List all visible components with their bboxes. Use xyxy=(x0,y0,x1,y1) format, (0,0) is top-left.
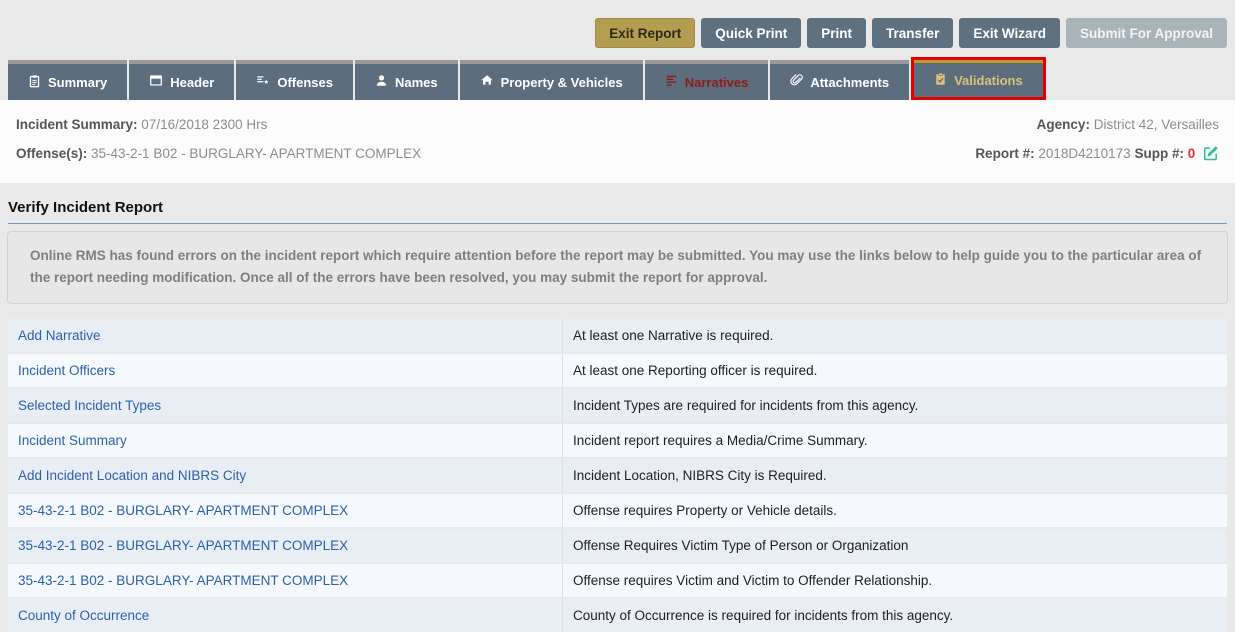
supp-number-label: Supp #: xyxy=(1134,146,1184,161)
validation-link[interactable]: Add Narrative xyxy=(18,328,101,343)
validation-link[interactable]: Add Incident Location and NIBRS City xyxy=(18,468,246,483)
validation-link[interactable]: County of Occurrence xyxy=(18,608,149,623)
submit-for-approval-button[interactable]: Submit For Approval xyxy=(1066,18,1227,48)
report-number-label: Report #: xyxy=(975,146,1034,161)
offenses-icon xyxy=(256,74,270,90)
supp-number-value: 0 xyxy=(1188,146,1196,161)
validation-table: Add Narrative At least one Narrative is … xyxy=(8,319,1227,632)
paperclip-icon xyxy=(790,74,803,90)
house-car-icon xyxy=(480,74,494,90)
page-title: Verify Incident Report xyxy=(8,199,1227,224)
tab-property-vehicles[interactable]: Property & Vehicles xyxy=(460,60,643,100)
table-row: Add Narrative At least one Narrative is … xyxy=(8,319,1227,352)
quick-print-button[interactable]: Quick Print xyxy=(701,18,801,48)
transfer-button[interactable]: Transfer xyxy=(872,18,953,48)
agency-label: Agency: xyxy=(1037,117,1090,132)
validation-link[interactable]: Incident Summary xyxy=(18,433,127,448)
table-row: 35-43-2-1 B02 - BURGLARY- APARTMENT COMP… xyxy=(8,529,1227,562)
edit-report-icon[interactable] xyxy=(1203,149,1219,164)
window-icon xyxy=(149,74,163,90)
validation-error: Incident Location, NIBRS City is Require… xyxy=(563,459,1227,492)
validation-error: Incident Types are required for incident… xyxy=(563,389,1227,422)
validation-link[interactable]: Selected Incident Types xyxy=(18,398,161,413)
validation-link[interactable]: 35-43-2-1 B02 - BURGLARY- APARTMENT COMP… xyxy=(18,573,348,588)
incident-summary-value: 07/16/2018 2300 Hrs xyxy=(141,117,267,132)
clipboard-icon xyxy=(28,74,41,91)
validation-error: Offense requires Property or Vehicle det… xyxy=(563,494,1227,527)
user-icon xyxy=(375,74,388,90)
tab-narratives[interactable]: Narratives xyxy=(645,60,769,100)
incident-summary-label: Incident Summary: xyxy=(16,117,138,132)
tab-attachments[interactable]: Attachments xyxy=(770,60,909,100)
tab-label: Header xyxy=(170,75,214,90)
report-number-line: Report #: 2018D4210173 Supp #: 0 xyxy=(975,139,1219,171)
table-row: 35-43-2-1 B02 - BURGLARY- APARTMENT COMP… xyxy=(8,494,1227,527)
validation-error: At least one Reporting officer is requir… xyxy=(563,354,1227,387)
top-toolbar: Exit Report Quick Print Print Transfer E… xyxy=(0,0,1235,48)
agency-line: Agency: District 42, Versailles xyxy=(975,110,1219,139)
validation-notice: Online RMS has found errors on the incid… xyxy=(7,231,1228,304)
tab-label: Validations xyxy=(954,73,1023,88)
clipboard-check-icon xyxy=(934,72,947,89)
table-row: County of Occurrence County of Occurrenc… xyxy=(8,599,1227,632)
offenses-value: 35-43-2-1 B02 - BURGLARY- APARTMENT COMP… xyxy=(91,146,421,161)
table-row: Add Incident Location and NIBRS City Inc… xyxy=(8,459,1227,492)
validation-link[interactable]: 35-43-2-1 B02 - BURGLARY- APARTMENT COMP… xyxy=(18,503,348,518)
offenses-line: Offense(s): 35-43-2-1 B02 - BURGLARY- AP… xyxy=(16,139,421,168)
tab-label: Summary xyxy=(48,75,107,90)
validation-error: At least one Narrative is required. xyxy=(563,319,1227,352)
tab-label: Narratives xyxy=(685,75,749,90)
validation-link[interactable]: Incident Officers xyxy=(18,363,115,378)
tab-label: Attachments xyxy=(810,75,889,90)
table-row: Incident Officers At least one Reporting… xyxy=(8,354,1227,387)
exit-report-button[interactable]: Exit Report xyxy=(595,18,695,48)
agency-value: District 42, Versailles xyxy=(1094,117,1219,132)
validation-error: County of Occurrence is required for inc… xyxy=(563,599,1227,632)
validation-error: Offense requires Victim and Victim to Of… xyxy=(563,564,1227,597)
validation-error: Offense Requires Victim Type of Person o… xyxy=(563,529,1227,562)
incident-summary-line: Incident Summary: 07/16/2018 2300 Hrs xyxy=(16,110,421,139)
tab-validations[interactable]: Validations xyxy=(911,57,1046,100)
tab-label: Property & Vehicles xyxy=(501,75,623,90)
tab-label: Offenses xyxy=(277,75,333,90)
tab-offenses[interactable]: Offenses xyxy=(236,60,353,100)
validation-error: Incident report requires a Media/Crime S… xyxy=(563,424,1227,457)
incident-header: Incident Summary: 07/16/2018 2300 Hrs Of… xyxy=(0,100,1235,183)
print-button[interactable]: Print xyxy=(807,18,866,48)
offenses-label: Offense(s): xyxy=(16,146,87,161)
validation-link[interactable]: 35-43-2-1 B02 - BURGLARY- APARTMENT COMP… xyxy=(18,538,348,553)
report-number-value: 2018D4210173 xyxy=(1038,146,1130,161)
tab-summary[interactable]: Summary xyxy=(8,60,127,100)
table-row: Selected Incident Types Incident Types a… xyxy=(8,389,1227,422)
tab-label: Names xyxy=(395,75,438,90)
tab-names[interactable]: Names xyxy=(355,60,458,100)
report-tabbar: Summary Header Offenses Names xyxy=(0,57,1235,100)
exit-wizard-button[interactable]: Exit Wizard xyxy=(959,18,1060,48)
table-row: 35-43-2-1 B02 - BURGLARY- APARTMENT COMP… xyxy=(8,564,1227,597)
tab-header[interactable]: Header xyxy=(129,60,234,100)
table-row: Incident Summary Incident report require… xyxy=(8,424,1227,457)
align-lines-icon xyxy=(665,74,678,90)
